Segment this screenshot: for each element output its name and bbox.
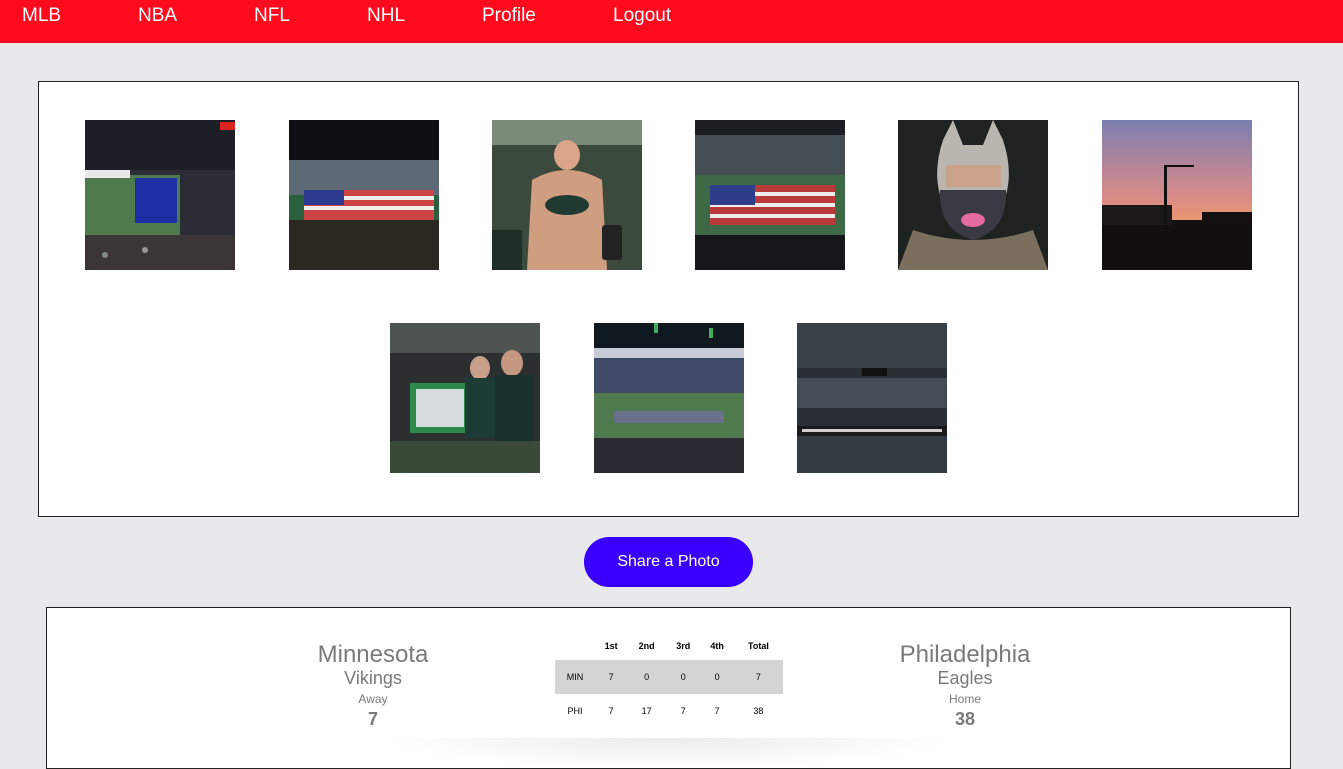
home-team-name: Eagles [937, 668, 993, 688]
box-score-cell: 0 [666, 660, 701, 694]
box-score-header [555, 632, 595, 660]
box-score-cell: 0 [700, 660, 734, 694]
stadium-crowd-banner-photo[interactable] [797, 323, 947, 473]
box-score-team: MIN [555, 660, 595, 694]
away-team-score: 7 [367, 709, 378, 729]
box-score-header: 3rd [676, 641, 691, 651]
photo-gallery [38, 81, 1299, 517]
box-score-header-row: 1st 2nd 3rd 4th Total [555, 632, 783, 660]
box-score-total: 38 [753, 706, 764, 716]
share-photo-button[interactable]: Share a Photo [584, 537, 753, 587]
masked-fan-selfie-photo[interactable] [898, 120, 1048, 270]
shirtless-eagles-fan-photo[interactable] [492, 120, 642, 270]
stadium-flag-field-photo[interactable] [695, 120, 845, 270]
nav-nba-link[interactable]: NBA [138, 5, 177, 27]
box-score-cell: 7 [714, 706, 720, 716]
stadium-sunset-photo[interactable] [1102, 120, 1252, 270]
nav-mlb-link[interactable]: MLB [22, 5, 61, 27]
game-score-card: Minnesota Vikings Away 7 1st 2nd 3rd 4th… [46, 607, 1291, 769]
stadium-field-celebration-photo[interactable] [594, 323, 744, 473]
box-score-header: 4th [710, 641, 724, 651]
home-team-side: Home [948, 692, 981, 706]
box-score-cell: 0 [627, 660, 667, 694]
nav-logout-link[interactable]: Logout [613, 5, 671, 27]
box-score-cell: 7 [608, 706, 614, 716]
box-score-row-min: MIN 7 0 0 0 7 [555, 660, 783, 694]
box-score-total: 7 [733, 660, 783, 694]
nav-nhl-link[interactable]: NHL [367, 5, 405, 27]
box-score-row-phi: PHI 7 17 7 7 38 [555, 694, 783, 728]
away-team-city: Minnesota [317, 641, 429, 668]
box-score-cell: 17 [641, 706, 652, 716]
box-score-header: Total [748, 641, 769, 651]
box-score-table: 1st 2nd 3rd 4th Total MIN 7 0 0 0 7 PHI … [555, 632, 783, 728]
fans-with-trophy-sign-photo[interactable] [390, 323, 540, 473]
stadium-flag-smoke-photo[interactable] [289, 120, 439, 270]
away-team-side: Away [358, 692, 388, 706]
box-score-header: 1st [604, 641, 618, 651]
card-shadow [377, 738, 957, 768]
box-score-cell: 7 [680, 706, 686, 716]
home-team-score: 38 [954, 709, 976, 729]
box-score-header: 2nd [638, 641, 655, 651]
away-team-name: Vikings [344, 668, 402, 688]
box-score-team: PHI [567, 706, 583, 716]
nav-profile-link[interactable]: Profile [482, 5, 536, 27]
away-team-block: Minnesota Vikings Away 7 [302, 642, 444, 730]
home-team-block: Philadelphia Eagles Home 38 [885, 642, 1045, 730]
home-team-city: Philadelphia [899, 641, 1031, 668]
top-navbar: MLB NBA NFL NHL Profile Logout [0, 0, 1343, 43]
box-score-cell: 7 [595, 660, 628, 694]
nav-nfl-link[interactable]: NFL [254, 5, 290, 27]
stadium-scoreboard-photo[interactable] [85, 120, 235, 270]
